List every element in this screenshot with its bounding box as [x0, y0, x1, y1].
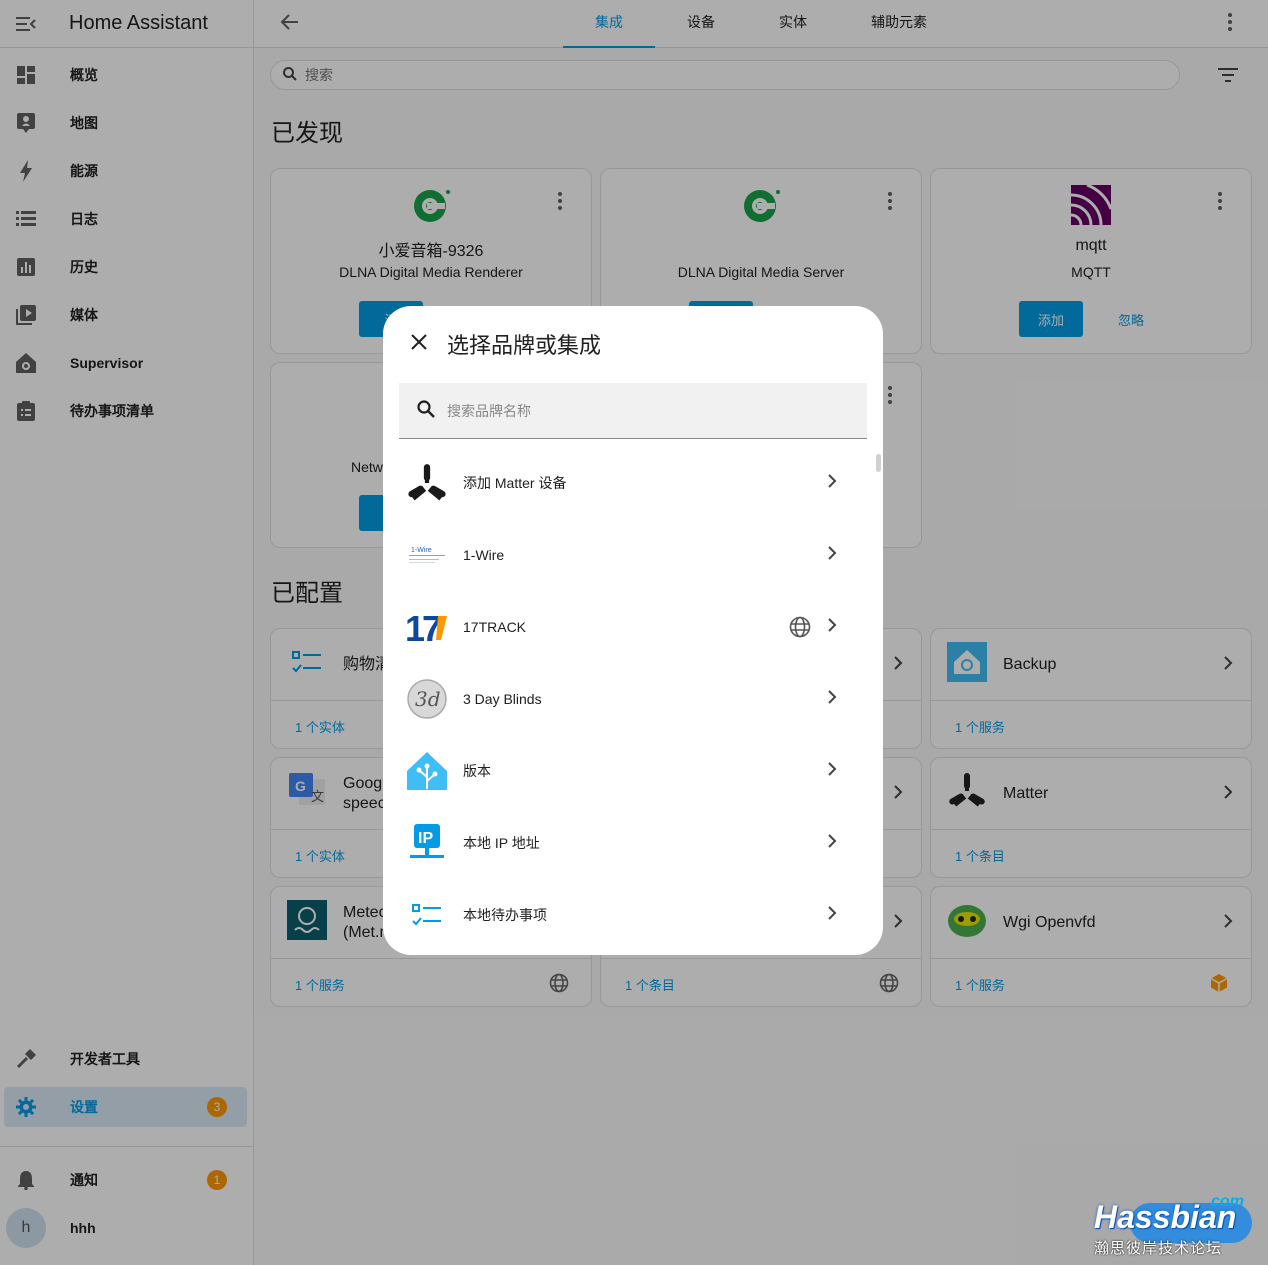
- svg-text:3d: 3d: [415, 687, 441, 711]
- chevron-right-icon: [827, 761, 837, 782]
- 1wire-icon: 1-Wire: [403, 531, 451, 579]
- chevron-right-icon: [827, 833, 837, 854]
- list-scrollbar[interactable]: [876, 454, 881, 472]
- chevron-right-icon: [827, 545, 837, 566]
- list-item-label: 本地 IP 地址: [463, 835, 540, 851]
- list-item-3day-blinds[interactable]: 3d 3 Day Blinds: [383, 663, 873, 735]
- home-assistant-icon: [403, 747, 451, 795]
- todo-icon: [403, 891, 451, 939]
- close-icon[interactable]: [411, 334, 427, 355]
- watermark-name: Hassbian: [1094, 1199, 1237, 1235]
- list-item-version[interactable]: 版本: [383, 735, 873, 807]
- list-item-local-todo[interactable]: 本地待办事项: [383, 879, 873, 951]
- brand-picker-dialog: 选择品牌或集成 搜索品牌名称 添加 Matter 设备 1-Wire 1-Wir…: [383, 306, 883, 955]
- list-item-label: 添加 Matter 设备: [463, 475, 567, 491]
- brand-search-input[interactable]: 搜索品牌名称: [447, 401, 531, 421]
- svg-text:IP: IP: [418, 830, 433, 847]
- 3day-blinds-icon: 3d: [403, 675, 451, 723]
- svg-text:17: 17: [405, 610, 441, 644]
- chevron-right-icon: [827, 905, 837, 926]
- list-item-add-matter[interactable]: 添加 Matter 设备: [383, 447, 873, 519]
- cloud-globe-icon: [789, 616, 811, 643]
- list-item-1wire[interactable]: 1-Wire 1-Wire: [383, 519, 873, 591]
- chevron-right-icon: [827, 473, 837, 494]
- svg-text:1-Wire: 1-Wire: [411, 547, 432, 554]
- list-item-label: 1-Wire: [463, 547, 505, 563]
- chevron-right-icon: [827, 617, 837, 638]
- search-icon: [417, 400, 435, 421]
- chevron-right-icon: [827, 689, 837, 710]
- watermark-logo: com Hassbian 瀚思彼岸技术论坛: [1090, 1193, 1260, 1260]
- list-item-label: 3 Day Blinds: [463, 691, 542, 707]
- dialog-title: 选择品牌或集成: [447, 333, 602, 358]
- list-item-local-ip[interactable]: IP 本地 IP 地址: [383, 807, 873, 879]
- list-item-label: 版本: [463, 763, 491, 779]
- list-item-17track[interactable]: 17 17TRACK: [383, 591, 873, 663]
- list-item-label: 17TRACK: [463, 619, 527, 635]
- watermark-subtitle: 瀚思彼岸技术论坛: [1094, 1240, 1223, 1257]
- ip-icon: IP: [403, 819, 451, 867]
- list-item-label: 本地待办事项: [463, 907, 547, 923]
- brand-search-field[interactable]: 搜索品牌名称: [399, 383, 867, 439]
- matter-icon: [403, 459, 451, 507]
- 17track-icon: 17: [403, 603, 451, 651]
